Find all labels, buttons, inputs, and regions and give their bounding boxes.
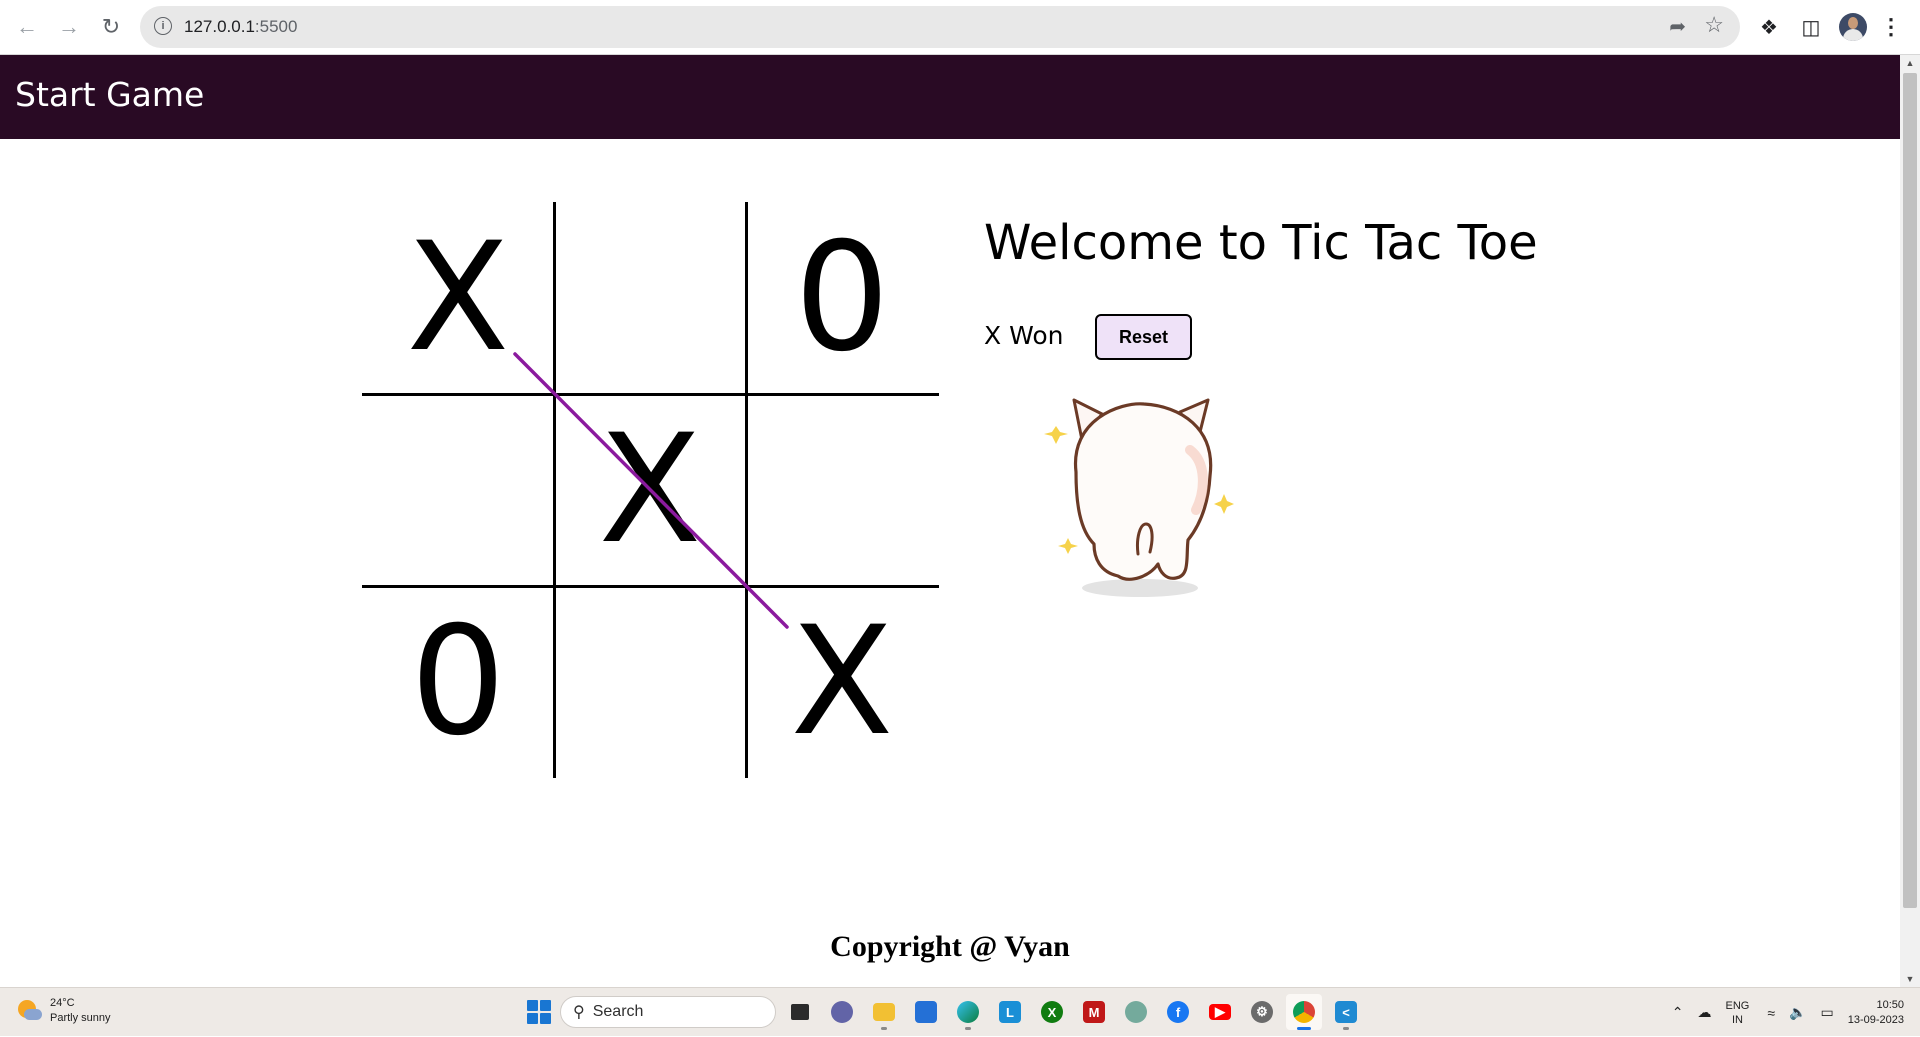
settings-gear-icon[interactable]: ⚙ xyxy=(1244,994,1280,1030)
battery-icon[interactable]: ▭ xyxy=(1820,1004,1833,1021)
side-panel-icon[interactable]: ◫ xyxy=(1794,10,1828,44)
search-label: Search xyxy=(592,1003,644,1020)
board-cell[interactable]: X xyxy=(554,394,746,586)
edge-browser-icon[interactable] xyxy=(950,994,986,1030)
site-info-icon[interactable]: i xyxy=(154,17,172,35)
page-viewport: Start Game X 0 X 0 X Welcome to Tic Tac … xyxy=(0,55,1900,987)
welcome-heading: Welcome to Tic Tac Toe xyxy=(984,215,1538,271)
windows-start-icon[interactable] xyxy=(524,997,554,1027)
navbar-title[interactable]: Start Game xyxy=(15,75,204,114)
search-icon: ⚲ xyxy=(573,1004,585,1021)
scroll-down-arrow-icon[interactable]: ▼ xyxy=(1900,971,1920,987)
scrollbar-thumb[interactable] xyxy=(1903,73,1917,908)
extensions-icon[interactable]: ❖ xyxy=(1752,10,1786,44)
chrome-icon[interactable] xyxy=(1286,994,1322,1030)
page-scrollbar[interactable]: ▲ ▼ xyxy=(1900,55,1920,987)
facebook-icon[interactable]: f xyxy=(1160,994,1196,1030)
taskbar-search-box[interactable]: ⚲ Search xyxy=(560,996,776,1028)
task-view-icon[interactable] xyxy=(782,994,818,1030)
info-panel: Welcome to Tic Tac Toe xyxy=(984,215,1538,271)
profile-avatar[interactable] xyxy=(1836,10,1870,44)
weather-temp: 24°C xyxy=(50,997,75,1009)
board-cell[interactable] xyxy=(554,202,746,394)
l-app-icon[interactable]: L xyxy=(992,994,1028,1030)
grid-line-horizontal xyxy=(362,393,939,396)
partly-sunny-icon xyxy=(16,998,42,1024)
celebration-cat-image xyxy=(1044,398,1234,597)
game-status-text: X Won xyxy=(984,321,1064,350)
clock[interactable]: 10:50 13-09-2023 xyxy=(1848,998,1904,1028)
reset-button[interactable]: Reset xyxy=(1095,314,1192,360)
url-text[interactable]: 127.0.0.1:5500 xyxy=(184,17,297,37)
forward-icon[interactable]: → xyxy=(52,10,86,44)
browser-menu-icon[interactable]: ⋮ xyxy=(1876,10,1906,44)
board-cell[interactable]: X xyxy=(362,202,554,394)
system-tray: ⌃ ☁ ENG IN ≈ 🔈 ▭ 10:50 13-09-2023 xyxy=(1672,988,1920,1037)
reload-icon[interactable]: ↻ xyxy=(94,10,128,44)
scroll-up-arrow-icon[interactable]: ▲ xyxy=(1900,55,1920,71)
microsoft-store-icon[interactable] xyxy=(908,994,944,1030)
language-indicator[interactable]: ENG IN xyxy=(1726,999,1750,1027)
windows-taskbar: 24°C Partly sunny ⚲ Search L X M f ▶ ⚙ <… xyxy=(0,987,1920,1036)
browser-toolbar: ← → ↻ i 127.0.0.1:5500 ➦ ☆ ❖ ◫ ⋮ xyxy=(0,0,1920,55)
board-cell[interactable]: 0 xyxy=(746,202,938,394)
board-cell[interactable] xyxy=(362,394,554,586)
taskbar-apps: ⚲ Search L X M f ▶ ⚙ < xyxy=(524,994,1364,1030)
board-cell[interactable]: 0 xyxy=(362,586,554,778)
board-cell[interactable]: X xyxy=(746,586,938,778)
wifi-icon[interactable]: ≈ xyxy=(1767,1005,1775,1021)
mcafee-icon[interactable]: M xyxy=(1076,994,1112,1030)
game-board: X 0 X 0 X xyxy=(362,202,939,778)
chatgpt-icon[interactable] xyxy=(1118,994,1154,1030)
grid-line-vertical xyxy=(745,202,748,778)
file-explorer-icon[interactable] xyxy=(866,994,902,1030)
board-cell[interactable] xyxy=(554,586,746,778)
grid-line-vertical xyxy=(553,202,556,778)
xbox-icon[interactable]: X xyxy=(1034,994,1070,1030)
youtube-icon[interactable]: ▶ xyxy=(1202,994,1238,1030)
navbar: Start Game xyxy=(0,55,1900,139)
onedrive-cloud-icon[interactable]: ☁ xyxy=(1698,1004,1712,1021)
board-cell[interactable] xyxy=(746,394,938,586)
address-bar[interactable]: i 127.0.0.1:5500 ➦ ☆ xyxy=(140,6,1740,48)
footer-copyright: Copyright @ Vyan xyxy=(830,930,1070,963)
grid-line-horizontal xyxy=(362,585,939,588)
vscode-icon[interactable]: < xyxy=(1328,994,1364,1030)
back-icon[interactable]: ← xyxy=(10,10,44,44)
tray-overflow-chevron-icon[interactable]: ⌃ xyxy=(1672,1004,1684,1021)
teams-chat-icon[interactable] xyxy=(824,994,860,1030)
bookmark-star-icon[interactable]: ☆ xyxy=(1704,12,1724,38)
weather-widget[interactable]: 24°C Partly sunny xyxy=(16,996,111,1026)
weather-desc: Partly sunny xyxy=(50,1012,111,1024)
share-icon[interactable]: ➦ xyxy=(1669,14,1686,39)
volume-muted-icon[interactable]: 🔈 xyxy=(1789,1004,1806,1021)
